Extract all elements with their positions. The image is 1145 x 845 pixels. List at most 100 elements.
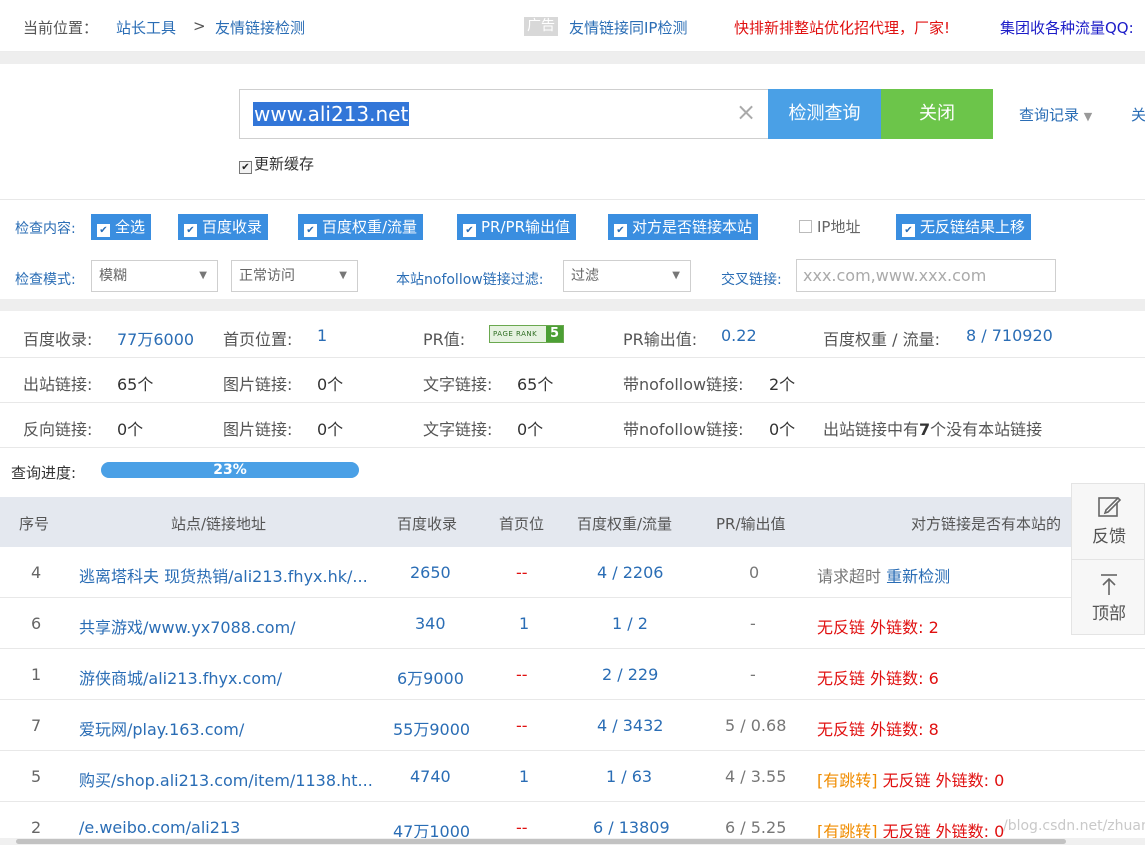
search-input[interactable]: www.ali213.net × (239, 89, 769, 139)
column-header: 百度收录 (397, 515, 458, 533)
column-header: 百度权重/流量 (577, 515, 673, 533)
option-baidu-weight[interactable]: ✔ 百度权重/流量 (298, 214, 424, 240)
ad-link-traffic[interactable]: 集团收各种流量QQ: (1000, 17, 1134, 38)
outlink-count: 6 (928, 669, 939, 688)
feedback-button[interactable]: 反馈 (1072, 494, 1145, 547)
status-cell: 无反链 外链数: 6 (817, 665, 939, 689)
stat-out-links: 65个 (117, 375, 154, 394)
refresh-cache-label: 更新缓存 (254, 155, 315, 173)
feedback-label: 反馈 (1092, 527, 1126, 547)
query-history-label: 查询记录 (1019, 106, 1080, 124)
breadcrumb-link-friendlink[interactable]: 友情链接检测 (215, 17, 305, 38)
summary-count: 7 (919, 420, 931, 439)
baidu-index-link[interactable]: 4740 (410, 767, 451, 786)
table-row: 1 游侠商城/ali213.fhyx.com/ 6万9000 -- 2 / 22… (0, 649, 1145, 700)
cross-link-input[interactable]: xxx.com,www.xxx.com (796, 259, 1056, 292)
baidu-weight-link[interactable]: 4 / 2206 (597, 563, 663, 582)
stat-baidu-index[interactable]: 77万6000 (117, 326, 194, 350)
divider-band (0, 299, 1145, 311)
row-number: 2 (31, 818, 42, 837)
back-to-top-label: 顶部 (1092, 604, 1126, 624)
site-link[interactable]: 购买/shop.ali213.com/item/1138.ht... (79, 767, 373, 791)
stat-label: 文字链接: (423, 375, 493, 394)
back-to-top-button[interactable]: 顶部 (1072, 571, 1145, 624)
status-cell: 无反链 外链数: 2 (817, 614, 939, 638)
nofollow-select[interactable]: 过滤 ▼ (563, 260, 691, 292)
outlink-count: 0 (994, 771, 1005, 790)
row-number: 4 (31, 563, 42, 582)
close-button[interactable]: 关闭 (881, 89, 993, 139)
baidu-weight-link[interactable]: 2 / 229 (602, 665, 658, 684)
chevron-down-icon: ▼ (199, 270, 207, 281)
chevron-down-icon: ▼ (339, 270, 347, 281)
checkbox-checked-icon: ✔ (97, 224, 110, 237)
query-history-dropdown[interactable]: 查询记录 ▼ (1019, 104, 1092, 125)
stat-label: 首页位置: (223, 330, 293, 349)
site-link[interactable]: 游侠商城/ali213.fhyx.com/ (79, 665, 282, 689)
ad-link-seo[interactable]: 快排新排整站优化招代理，厂家! (734, 17, 950, 38)
option-backlink[interactable]: ✔ 对方是否链接本站 (608, 214, 759, 240)
refresh-cache-checkbox[interactable]: ✔ 更新缓存 (239, 153, 314, 174)
baidu-index-link[interactable]: 340 (415, 614, 446, 633)
status-text: 无反链 外链数: (817, 618, 924, 637)
ad-link-ip-check[interactable]: 友情链接同IP检测 (569, 17, 687, 38)
baidu-weight-link[interactable]: 1 / 2 (612, 614, 648, 633)
stat-text-links-2: 0个 (517, 420, 544, 439)
pr-value: 5 / 0.68 (725, 716, 787, 735)
home-position: 1 (519, 614, 530, 633)
recheck-link[interactable]: 重新检测 (886, 567, 950, 586)
home-position: -- (516, 716, 528, 735)
option-nolink-top[interactable]: ✔ 无反链结果上移 (896, 214, 1032, 240)
nofollow-select-value: 过滤 (571, 268, 599, 284)
horizontal-scrollbar[interactable] (0, 838, 1145, 845)
home-position: -- (516, 818, 528, 837)
option-ip[interactable]: IP地址 (793, 214, 866, 240)
stat-text-links: 65个 (517, 375, 554, 394)
status-text: 无反链 外链数: (817, 669, 924, 688)
baidu-index-link[interactable]: 6万9000 (397, 665, 464, 689)
breadcrumb-link-tools[interactable]: 站长工具 (116, 17, 176, 38)
query-button[interactable]: 检测查询 (768, 89, 881, 139)
site-link[interactable]: 共享游戏/www.yx7088.com/ (79, 614, 296, 638)
checkbox-checked-icon: ✔ (239, 161, 252, 174)
watermark: /blog.csdn.net/zhuangww05 (1003, 818, 1145, 834)
site-link[interactable]: 逃离塔科夫 现货热销/ali213.fhyx.hk/... (79, 563, 368, 587)
status-text: 请求超时 (817, 567, 882, 586)
option-baidu-index[interactable]: ✔ 百度收录 (178, 214, 269, 240)
search-input-value: www.ali213.net (253, 102, 410, 126)
table-header: 序号 站点/链接地址 百度收录 首页位 百度权重/流量 PR/输出值 对方链接是… (0, 497, 1145, 547)
access-select-value: 正常访问 (239, 268, 295, 284)
progress-label: 查询进度: (11, 464, 77, 482)
baidu-index-link[interactable]: 55万9000 (393, 716, 470, 740)
stat-label: 文字链接: (423, 420, 493, 439)
column-header: 站点/链接地址 (171, 515, 267, 533)
stat-label: 出站链接: (23, 375, 93, 394)
baidu-weight-link[interactable]: 6 / 13809 (593, 818, 670, 837)
summary-suffix: 个没有本站链接 (930, 420, 1043, 439)
scrollbar-thumb[interactable] (16, 839, 1066, 844)
option-pr[interactable]: ✔ PR/PR输出值 (457, 214, 576, 240)
baidu-weight-link[interactable]: 1 / 63 (606, 767, 652, 786)
home-position: -- (516, 665, 528, 684)
close-icon[interactable]: × (736, 100, 756, 124)
checkbox-checked-icon: ✔ (902, 224, 915, 237)
stat-baidu-weight[interactable]: 8 / 710920 (966, 326, 1053, 345)
checkbox-checked-icon: ✔ (463, 224, 476, 237)
access-select[interactable]: 正常访问 ▼ (231, 260, 358, 292)
table-row: 7 爱玩网/play.163.com/ 55万9000 -- 4 / 3432 … (0, 700, 1145, 751)
mode-select[interactable]: 模糊 ▼ (91, 260, 218, 292)
checkbox-checked-icon: ✔ (304, 224, 317, 237)
about-link[interactable]: 关 (1131, 104, 1145, 125)
stat-label: 带nofollow链接: (623, 420, 744, 439)
stat-pr-output: 0.22 (721, 326, 757, 345)
table-row: 4 逃离塔科夫 现货热销/ali213.fhyx.hk/... 2650 -- … (0, 547, 1145, 598)
top-bar: 当前位置： 站长工具 > 友情链接检测 广告 友情链接同IP检测 快排新排整站优… (0, 0, 1145, 52)
site-link[interactable]: 爱玩网/play.163.com/ (79, 716, 244, 740)
baidu-index-link[interactable]: 2650 (410, 563, 451, 582)
option-label: PR/PR输出值 (481, 218, 570, 236)
site-link[interactable]: /e.weibo.com/ali213 (79, 818, 240, 837)
stat-img-links-2: 0个 (317, 420, 344, 439)
baidu-weight-link[interactable]: 4 / 3432 (597, 716, 663, 735)
divider (0, 199, 1145, 200)
option-select-all[interactable]: ✔ 全选 (91, 214, 152, 240)
